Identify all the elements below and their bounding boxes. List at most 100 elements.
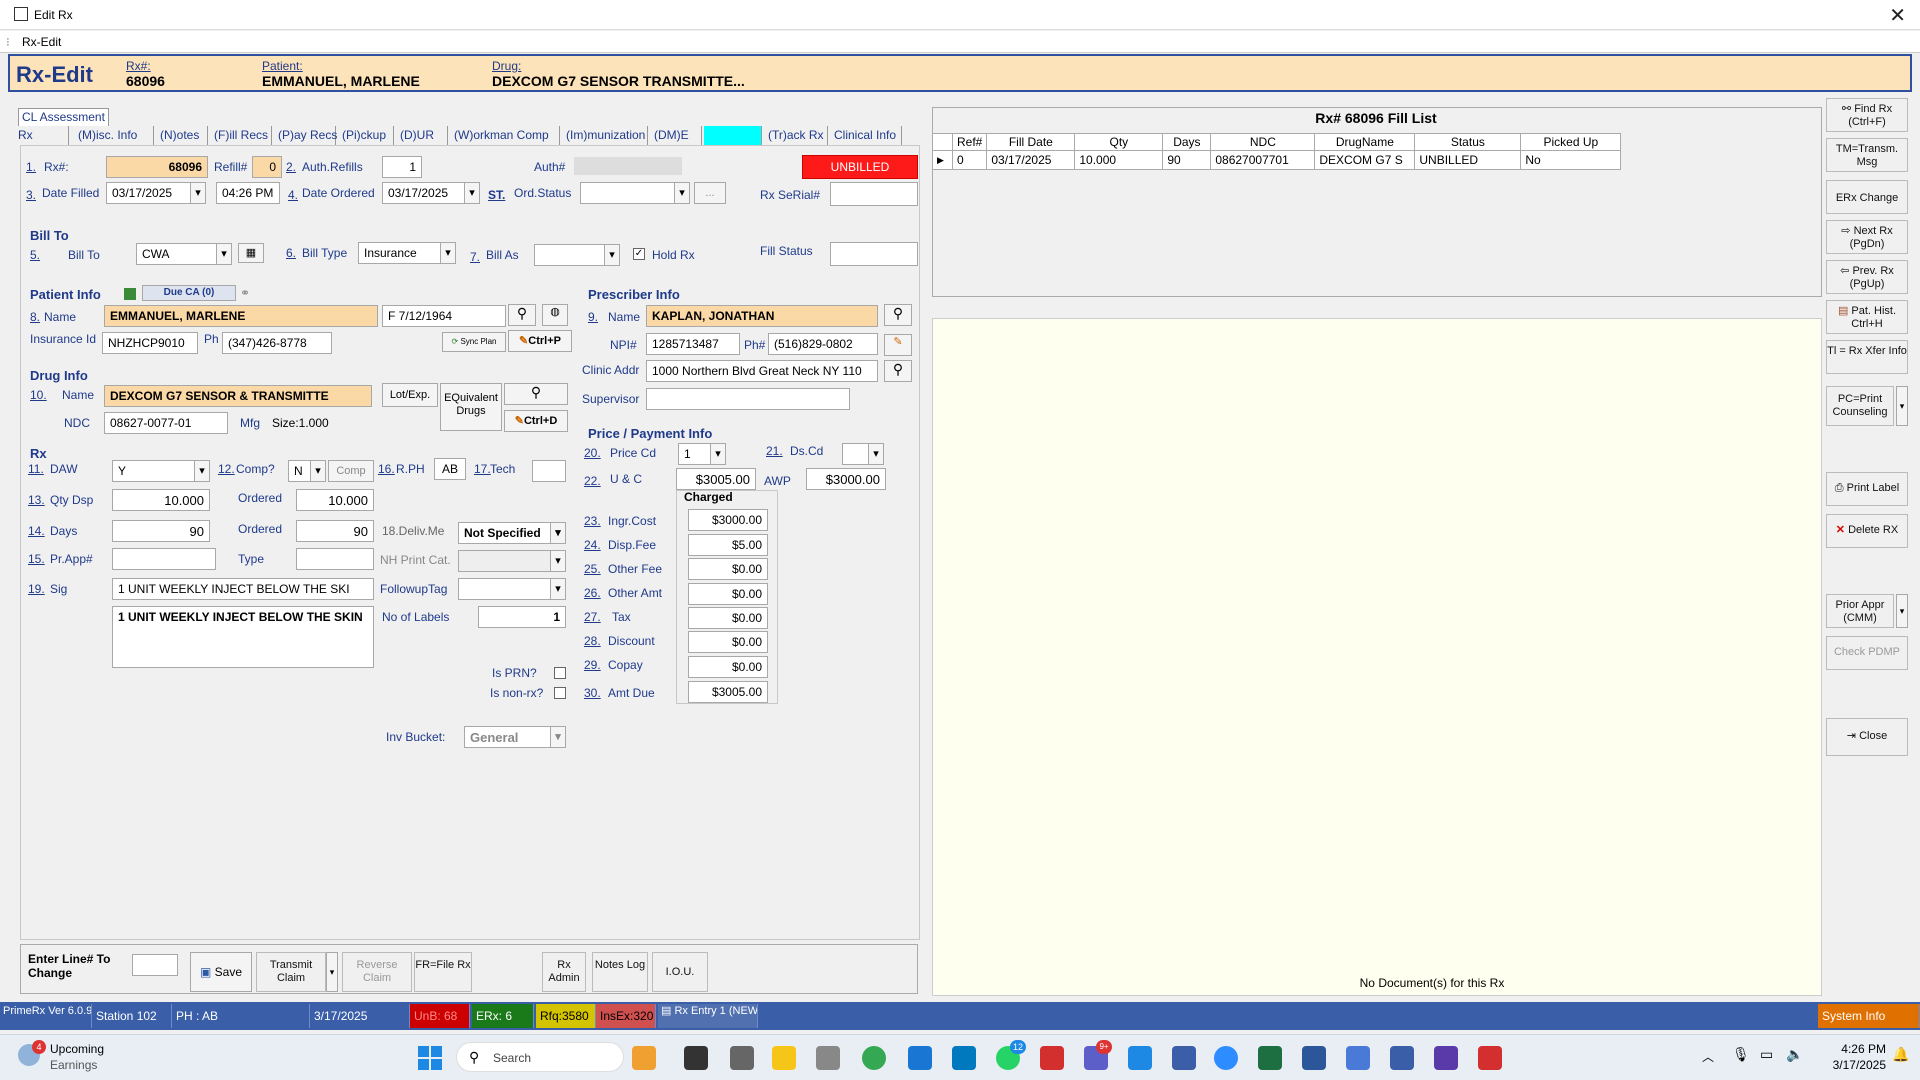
- discount-field[interactable]: $0.00: [688, 631, 768, 653]
- sync-plan-button[interactable]: ⟳ Sync Plan: [442, 332, 506, 352]
- excel-icon[interactable]: [1258, 1046, 1282, 1070]
- enter-line-field[interactable]: [132, 954, 178, 976]
- prescriber-search-icon[interactable]: ⚲: [884, 304, 912, 326]
- auth-refills-field[interactable]: 1: [382, 156, 422, 178]
- file-explorer-icon[interactable]: [772, 1046, 796, 1070]
- tax-field[interactable]: $0.00: [688, 607, 768, 629]
- speaker-icon[interactable]: 🔈: [1786, 1046, 1803, 1063]
- microphone-icon[interactable]: 🎙: [1732, 1046, 1750, 1063]
- equiv-drugs-button[interactable]: EQuivalent Drugs: [440, 383, 502, 431]
- primerx-2-icon[interactable]: [1390, 1046, 1414, 1070]
- fill-list-header[interactable]: Status: [1414, 133, 1522, 151]
- supervisor-field[interactable]: [646, 388, 850, 410]
- fill-list-header[interactable]: Picked Up: [1520, 133, 1622, 151]
- fill-status-field[interactable]: [830, 242, 918, 266]
- prior-appr-button[interactable]: Prior Appr (CMM): [1826, 594, 1894, 628]
- tab-immunization[interactable]: (Im)munization: [562, 126, 648, 146]
- ingr-cost-field[interactable]: $3000.00: [688, 509, 768, 531]
- ord-status-ellipsis-button[interactable]: ...: [694, 182, 726, 204]
- comp-field[interactable]: N: [288, 460, 326, 482]
- type-field[interactable]: [296, 548, 374, 570]
- rx-serial-field[interactable]: [830, 182, 918, 206]
- transmit-claim-button[interactable]: Transmit Claim: [256, 952, 326, 992]
- fill-list-header[interactable]: Fill Date: [986, 133, 1076, 151]
- fill-list-header[interactable]: Qty: [1074, 133, 1164, 151]
- due-ca-button[interactable]: Due CA (0): [142, 285, 236, 301]
- patient-globe-icon[interactable]: ◍: [542, 304, 568, 326]
- is-prn-checkbox[interactable]: [554, 667, 566, 679]
- bill-type-field[interactable]: Insurance: [358, 242, 456, 264]
- bill-to-field[interactable]: CWA: [136, 243, 232, 265]
- deliv-field[interactable]: Not Specified: [458, 522, 566, 544]
- prescriber-name-field[interactable]: KAPLAN, JONATHAN: [646, 305, 878, 327]
- tab-pickup[interactable]: (Pi)ckup: [338, 126, 394, 146]
- pc-print-counseling-button[interactable]: PC=Print Counseling: [1826, 386, 1894, 426]
- tab-dur[interactable]: (D)UR: [396, 126, 448, 146]
- uc-field[interactable]: $3005.00: [676, 468, 756, 490]
- prapp-field[interactable]: [112, 548, 216, 570]
- tab-workman-comp[interactable]: (W)orkman Comp: [450, 126, 560, 146]
- tab-highlighted[interactable]: [704, 126, 762, 146]
- cl-assessment-tab[interactable]: CL Assessment: [18, 108, 109, 126]
- status-erx[interactable]: ERx: 6: [472, 1004, 534, 1028]
- system-info-button[interactable]: System Info: [1818, 1004, 1920, 1028]
- link-icon[interactable]: ⚭: [240, 286, 250, 300]
- print-label-button[interactable]: ⎙ Print Label: [1826, 472, 1908, 506]
- amt-due-field[interactable]: $3005.00: [688, 681, 768, 703]
- pat-hist-button[interactable]: ▤ Pat. Hist. Ctrl+H: [1826, 300, 1908, 334]
- date-filled-field[interactable]: 03/17/2025: [106, 182, 206, 204]
- trello-icon[interactable]: [952, 1046, 976, 1070]
- acrobat-icon[interactable]: [1478, 1046, 1502, 1070]
- app-gray-icon[interactable]: [730, 1046, 754, 1070]
- tab-fill-recs[interactable]: (F)ill Recs: [210, 126, 272, 146]
- tab-clinical-info[interactable]: Clinical Info: [830, 126, 902, 146]
- fill-list-header[interactable]: DrugName: [1314, 133, 1416, 151]
- status-rx-entry[interactable]: ▤ Rx Entry 1 (NEW): [658, 1004, 758, 1028]
- chevron-up-icon[interactable]: ︿: [1702, 1048, 1714, 1065]
- clinic-search-icon[interactable]: ⚲: [884, 360, 912, 382]
- pc-dropdown-icon[interactable]: ▾: [1896, 386, 1908, 426]
- days-ordered-field[interactable]: 90: [296, 520, 374, 542]
- prev-rx-button[interactable]: ⇦ Prev. Rx (PgUp): [1826, 260, 1908, 294]
- copay-field[interactable]: $0.00: [688, 656, 768, 678]
- close-window-icon[interactable]: ✕: [1889, 3, 1906, 28]
- followup-field[interactable]: [458, 578, 566, 600]
- patient-sex-dob-field[interactable]: F 7/12/1964: [382, 305, 506, 327]
- no-labels-field[interactable]: 1: [478, 606, 566, 628]
- qty-dsp-field[interactable]: 10.000: [112, 489, 210, 511]
- transmit-dropdown-icon[interactable]: ▾: [326, 952, 338, 992]
- patient-name-field[interactable]: EMMANUEL, MARLENE: [104, 305, 378, 327]
- briefcase-icon[interactable]: [632, 1046, 656, 1070]
- ctrl-p-button[interactable]: ✎Ctrl+P: [508, 330, 572, 352]
- rx-num-field[interactable]: 68096: [106, 156, 208, 178]
- notepad-icon[interactable]: [1128, 1046, 1152, 1070]
- calculator-icon[interactable]: [816, 1046, 840, 1070]
- ctrl-d-button[interactable]: ✎Ctrl+D: [504, 410, 568, 432]
- patient-edit-icon[interactable]: [124, 288, 136, 300]
- comp-button[interactable]: Comp: [328, 460, 374, 482]
- inv-bucket-field[interactable]: General: [464, 726, 566, 748]
- check-pdmp-button[interactable]: Check PDMP: [1826, 636, 1908, 670]
- ins-id-field[interactable]: NHZHCP9010: [102, 332, 198, 354]
- tech-field[interactable]: [532, 460, 566, 482]
- status-rfq[interactable]: Rfq:3580: [536, 1004, 596, 1028]
- ds-cd-field[interactable]: [842, 443, 884, 465]
- network-icon[interactable]: ▭: [1760, 1046, 1773, 1063]
- table-row[interactable]: ▶ 0 03/17/2025 10.000 90 08627007701 DEX…: [932, 150, 1622, 170]
- lot-exp-button[interactable]: Lot/Exp.: [382, 383, 438, 407]
- bill-as-field[interactable]: [534, 244, 620, 266]
- rx-admin-button[interactable]: Rx Admin: [542, 952, 586, 992]
- task-view-icon[interactable]: [684, 1046, 708, 1070]
- erx-change-button[interactable]: ERx Change: [1826, 180, 1908, 214]
- daw-field[interactable]: Y: [112, 460, 210, 482]
- prescriber-edit-icon[interactable]: ✎: [884, 334, 912, 356]
- app-r-icon[interactable]: [908, 1046, 932, 1070]
- rx-xfer-info-button[interactable]: Tl = Rx Xfer Info: [1826, 340, 1908, 374]
- days-field[interactable]: 90: [112, 520, 210, 542]
- tab-pay-recs[interactable]: (P)ay Recs: [274, 126, 337, 146]
- zoom-icon[interactable]: [1214, 1046, 1238, 1070]
- npi-field[interactable]: 1285713487: [646, 333, 740, 355]
- app-purple-icon[interactable]: [1434, 1046, 1458, 1070]
- patient-ph-field[interactable]: (347)426-8778: [222, 332, 332, 354]
- ord-status-field[interactable]: [580, 182, 690, 204]
